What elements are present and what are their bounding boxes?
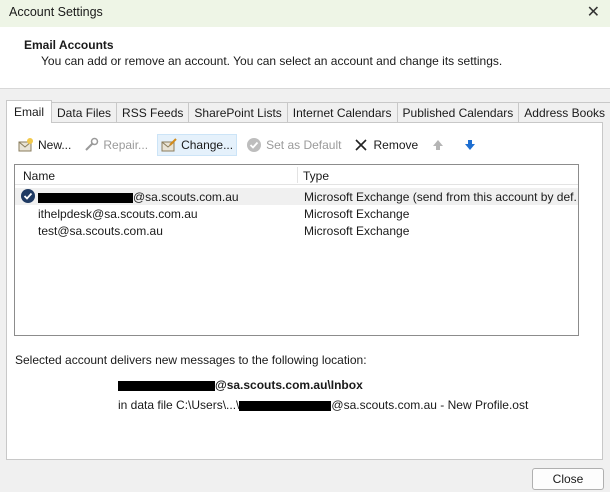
- tab-internet-calendars[interactable]: Internet Calendars: [286, 102, 398, 123]
- tab-rss-feeds[interactable]: RSS Feeds: [116, 102, 190, 123]
- table-row[interactable]: @sa.scouts.com.au Microsoft Exchange (se…: [15, 188, 578, 205]
- account-type: Microsoft Exchange: [304, 207, 410, 221]
- set-default-label: Set as Default: [266, 138, 342, 152]
- remove-x-icon: [353, 137, 369, 153]
- repair-button-label: Repair...: [103, 138, 149, 152]
- change-button-label: Change...: [181, 138, 234, 152]
- change-account-icon: [161, 137, 177, 153]
- remove-button-label: Remove: [373, 138, 419, 152]
- arrow-up-icon: [430, 137, 446, 153]
- account-name: test@sa.scouts.com.au: [38, 224, 163, 238]
- page-title: Email Accounts: [24, 38, 114, 52]
- change-button[interactable]: Change...: [157, 134, 238, 156]
- email-panel: New... Repair... Change... Set as Defaul…: [6, 122, 603, 460]
- redacted-block: [118, 380, 215, 391]
- redacted-block: [239, 400, 332, 411]
- account-type: Microsoft Exchange: [304, 224, 410, 238]
- new-button-label: New...: [38, 138, 72, 152]
- column-header-type[interactable]: Type: [303, 169, 329, 183]
- title-bar: Account Settings ✕: [0, 0, 610, 27]
- move-down-button[interactable]: [459, 134, 485, 156]
- tab-email[interactable]: Email: [6, 100, 53, 123]
- close-icon[interactable]: ✕: [587, 2, 600, 22]
- new-button[interactable]: New...: [15, 134, 74, 156]
- delivery-data-file: in data file C:\Users\...\ @sa.scouts.com…: [118, 398, 529, 412]
- tab-strip: Email Data Files RSS Feeds SharePoint Li…: [6, 100, 610, 123]
- table-row[interactable]: ithelpdesk@sa.scouts.com.au Microsoft Ex…: [15, 205, 578, 222]
- header: Email Accounts You can add or remove an …: [0, 27, 610, 89]
- tab-published-calendars[interactable]: Published Calendars: [396, 102, 520, 123]
- wrench-icon: [83, 137, 99, 153]
- new-account-icon: [18, 137, 34, 153]
- account-type: Microsoft Exchange (send from this accou…: [304, 190, 576, 204]
- delivery-caption: Selected account delivers new messages t…: [15, 353, 367, 367]
- window-title: Account Settings: [9, 5, 103, 19]
- tab-address-books[interactable]: Address Books: [518, 102, 610, 123]
- set-default-button[interactable]: Set as Default: [243, 134, 344, 156]
- close-button[interactable]: Close: [532, 468, 604, 490]
- tab-data-files[interactable]: Data Files: [51, 102, 118, 123]
- table-row[interactable]: test@sa.scouts.com.au Microsoft Exchange: [15, 222, 578, 239]
- move-up-button[interactable]: [427, 134, 453, 156]
- account-name: @sa.scouts.com.au: [38, 190, 239, 204]
- account-name: ithelpdesk@sa.scouts.com.au: [38, 207, 198, 221]
- delivery-inbox-path: @sa.scouts.com.au\Inbox: [118, 378, 363, 392]
- list-header: Name Type: [15, 165, 578, 185]
- toolbar: New... Repair... Change... Set as Defaul…: [15, 134, 491, 156]
- redacted-block: [38, 192, 133, 203]
- repair-button[interactable]: Repair...: [80, 134, 151, 156]
- column-divider[interactable]: [297, 167, 298, 183]
- remove-button[interactable]: Remove: [350, 134, 421, 156]
- check-circle-icon: [246, 137, 262, 153]
- arrow-down-icon: [462, 137, 478, 153]
- default-account-check-icon: [21, 189, 35, 203]
- accounts-list: Name Type @sa.scouts.com.au Microsoft Ex…: [14, 164, 579, 336]
- column-header-name[interactable]: Name: [23, 169, 55, 183]
- tab-sharepoint-lists[interactable]: SharePoint Lists: [188, 102, 288, 123]
- page-description: You can add or remove an account. You ca…: [41, 54, 503, 68]
